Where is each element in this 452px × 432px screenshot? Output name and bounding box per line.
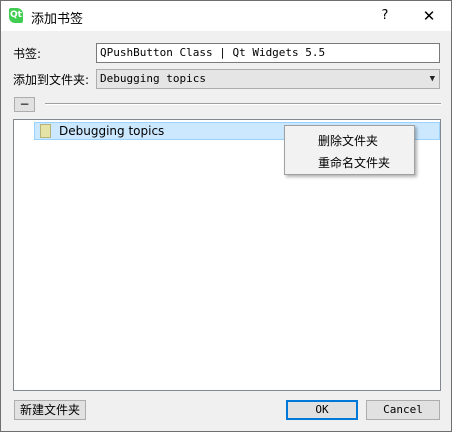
qt-app-icon: Qt (9, 8, 23, 23)
window-title: 添加书签 (31, 12, 84, 27)
menu-item-rename-folder[interactable]: 重命名文件夹 (318, 154, 390, 171)
bookmark-title-input[interactable]: QPushButton Class | Qt Widgets 5.5 (96, 43, 440, 63)
title-bar: Qt 添加书签 ? ✕ (1, 1, 451, 31)
collapse-button[interactable]: − (14, 97, 35, 112)
add-bookmark-dialog: Qt 添加书签 ? ✕ 书签: QPushButton Class | Qt W… (0, 0, 452, 432)
cancel-button[interactable]: Cancel (366, 400, 440, 420)
help-button[interactable]: ? (373, 5, 397, 27)
folder-combobox[interactable]: Debugging topics ▼ (96, 69, 440, 89)
new-folder-button[interactable]: 新建文件夹 (14, 400, 86, 420)
ok-button[interactable]: OK (286, 400, 358, 420)
tree-item-label: Debugging topics (59, 124, 165, 138)
context-menu: 删除文件夹 重命名文件夹 (284, 125, 415, 175)
dropdown-arrow-icon[interactable]: ▼ (430, 70, 435, 88)
folder-label: 添加到文件夹: (13, 73, 90, 87)
menu-item-delete-folder[interactable]: 删除文件夹 (318, 132, 378, 149)
bookmark-label: 书签: (13, 47, 42, 61)
separator-line (45, 103, 441, 105)
folder-icon (40, 124, 51, 138)
folder-combobox-value: Debugging topics (100, 72, 206, 85)
close-button[interactable]: ✕ (415, 5, 443, 27)
